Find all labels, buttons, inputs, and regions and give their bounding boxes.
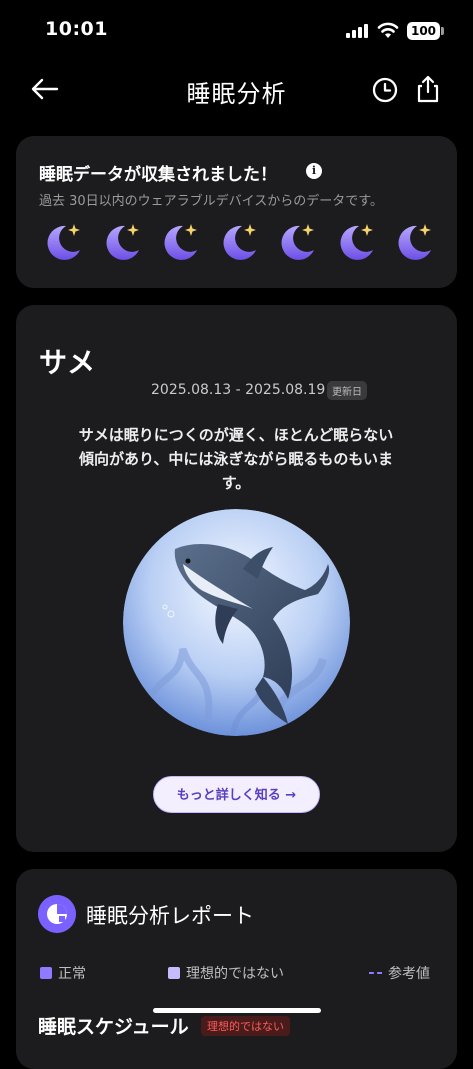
legend-reference: 参考値 <box>369 963 430 983</box>
navigation-bar: 睡眠分析 <box>0 62 473 118</box>
battery-indicator: 100 <box>407 22 440 40</box>
schedule-status-badge: 理想的ではない <box>201 1016 290 1036</box>
learn-more-button[interactable]: もっと詳しく知る → <box>153 776 320 813</box>
moon-star-icon <box>106 224 139 260</box>
moon-star-icon <box>398 224 431 260</box>
collect-subtitle: 過去 30日以内のウェアラブルデバイスからのデータです。 <box>39 194 383 209</box>
legend-normal: 正常 <box>40 963 86 983</box>
moon-star-icon <box>47 224 80 260</box>
updated-badge: 更新日 <box>327 381 367 400</box>
sleep-report-card: 睡眠分析レポート 正常 理想的ではない 参考値 睡眠スケジュール 理想的ではない <box>16 869 457 1069</box>
info-icon[interactable]: i <box>306 163 322 179</box>
status-bar: 10:01 100 <box>0 0 473 62</box>
schedule-label: 睡眠スケジュール <box>38 1016 189 1038</box>
legend-normal-swatch <box>40 967 52 979</box>
legend-normal-label: 正常 <box>58 966 86 982</box>
data-collected-card: 睡眠データが収集されました！ i 過去 30日以内のウェアラブルデバイスからのデ… <box>16 136 457 288</box>
legend-not-ideal-swatch <box>168 967 180 979</box>
animal-description: サメは眠りにつくのが遅く、ほとんど眠らない傾向があり、中には泳ぎながら眠るものも… <box>78 426 394 492</box>
battery-nub <box>441 27 444 35</box>
share-icon[interactable] <box>414 74 442 104</box>
legend-reference-dash <box>369 972 382 974</box>
home-indicator[interactable] <box>153 1008 321 1013</box>
report-icon <box>38 895 76 933</box>
moon-star-icon <box>340 224 373 260</box>
page-title: 睡眠分析 <box>186 80 287 108</box>
report-title: 睡眠分析レポート <box>86 904 254 928</box>
status-time: 10:01 <box>45 18 108 40</box>
shark-illustration <box>123 509 350 736</box>
legend-not-ideal-label: 理想的ではない <box>186 966 284 982</box>
sleep-animal-card: サメ 2025.08.13 - 2025.08.19 更新日 サメは眠りにつくの… <box>16 305 457 852</box>
moon-star-icon <box>164 224 197 260</box>
history-clock-icon[interactable] <box>371 76 399 104</box>
animal-title: サメ <box>39 346 96 379</box>
date-range: 2025.08.13 - 2025.08.19 <box>151 382 326 398</box>
collect-title: 睡眠データが収集されました！ <box>39 165 277 185</box>
moon-star-icon <box>223 224 256 260</box>
legend-reference-label: 参考値 <box>388 966 430 982</box>
cellular-signal-icon <box>346 24 368 38</box>
moon-star-icon <box>281 224 314 260</box>
wifi-icon <box>377 22 399 38</box>
legend-not-ideal: 理想的ではない <box>168 963 284 983</box>
moon-row <box>40 220 440 270</box>
